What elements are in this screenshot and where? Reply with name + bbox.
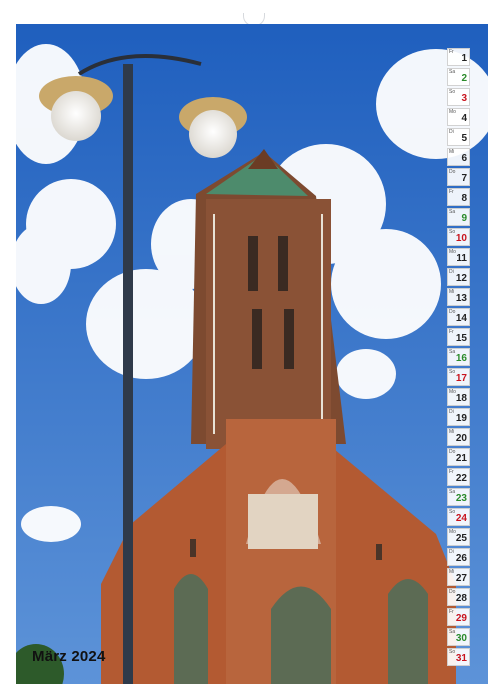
weekday-label: Mi [449,149,455,155]
day-number: 14 [455,313,467,324]
weekday-label: So [449,649,456,655]
weekday-label: Mi [449,569,455,575]
day-number: 29 [455,613,467,624]
weekday-label: Fr [449,609,454,615]
day-cell: Di 26 [447,548,470,566]
month-caption: März 2024 [32,648,106,665]
day-cell: So 24 [447,508,470,526]
weekday-label: Di [449,409,454,415]
weekday-label: Sa [449,349,456,355]
day-cell: Sa 23 [447,488,470,506]
weekday-label: Mi [449,429,455,435]
day-cell: Fr 22 [447,468,470,486]
day-number: 3 [461,93,467,104]
weekday-label: So [449,369,456,375]
day-number: 12 [455,273,467,284]
day-cell: Do 7 [447,168,470,186]
day-cell: Fr 15 [447,328,470,346]
weekday-label: Di [449,269,454,275]
day-cell: Mo 25 [447,528,470,546]
weekday-label: Do [449,589,456,595]
day-number: 1 [461,53,467,64]
day-cell: Mi 6 [447,148,470,166]
weekday-label: Sa [449,209,456,215]
day-cell: So 3 [447,88,470,106]
weekday-label: Fr [449,189,454,195]
day-number: 20 [455,433,467,444]
weekday-label: Do [449,169,456,175]
day-cell: Mi 20 [447,428,470,446]
weekday-label: So [449,89,456,95]
day-cell: Do 14 [447,308,470,326]
day-number: 9 [461,213,467,224]
day-cell: Mi 13 [447,288,470,306]
day-number: 21 [455,453,467,464]
day-cell: Di 19 [447,408,470,426]
day-number: 8 [461,193,467,204]
day-number: 10 [455,233,467,244]
weekday-label: Sa [449,629,456,635]
day-number: 6 [461,153,467,164]
day-number: 4 [461,113,467,124]
day-cell: Sa 30 [447,628,470,646]
weekday-label: Fr [449,469,454,475]
day-number: 25 [455,533,467,544]
weekday-label: Fr [449,49,454,55]
day-cell: Mo 11 [447,248,470,266]
day-number: 31 [455,653,467,664]
day-number: 7 [461,173,467,184]
day-strip: Fr 1 Sa 2 So 3 Mo 4 Di 5 Mi 6 Do 7 Fr 8 Sa 9 So 10 Mo 11 Di 12 M… [447,48,470,668]
day-number: 30 [455,633,467,644]
day-cell: Fr 8 [447,188,470,206]
weekday-label: Di [449,549,454,555]
day-cell: Mi 27 [447,568,470,586]
weekday-label: Fr [449,329,454,335]
weekday-label: Sa [449,489,456,495]
day-number: 5 [461,133,467,144]
weekday-label: Mi [449,289,455,295]
day-cell: Di 12 [447,268,470,286]
day-cell: Mo 4 [447,108,470,126]
day-number: 28 [455,593,467,604]
day-number: 18 [455,393,467,404]
weekday-label: Mo [449,109,456,115]
church-photo [16,24,488,684]
day-cell: Fr 1 [447,48,470,66]
day-cell: Fr 29 [447,608,470,626]
day-number: 15 [455,333,467,344]
weekday-label: Mo [449,249,456,255]
day-number: 11 [456,253,467,264]
weekday-label: So [449,509,456,515]
day-cell: Sa 9 [447,208,470,226]
day-number: 2 [461,73,467,84]
day-number: 22 [455,473,467,484]
day-number: 17 [455,373,467,384]
weekday-label: Sa [449,69,456,75]
day-number: 16 [455,353,467,364]
day-cell: Do 21 [447,448,470,466]
day-cell: Sa 2 [447,68,470,86]
day-cell: Do 28 [447,588,470,606]
weekday-label: So [449,229,456,235]
weekday-label: Do [449,309,456,315]
day-cell: So 17 [447,368,470,386]
day-number: 23 [455,493,467,504]
day-cell: Di 5 [447,128,470,146]
day-number: 27 [455,573,467,584]
day-cell: So 31 [447,648,470,666]
day-number: 24 [455,513,467,524]
day-cell: So 10 [447,228,470,246]
day-cell: Mo 18 [447,388,470,406]
weekday-label: Do [449,449,456,455]
day-number: 13 [455,293,467,304]
day-number: 26 [455,553,467,564]
day-number: 19 [455,413,467,424]
weekday-label: Di [449,129,454,135]
day-cell: Sa 16 [447,348,470,366]
